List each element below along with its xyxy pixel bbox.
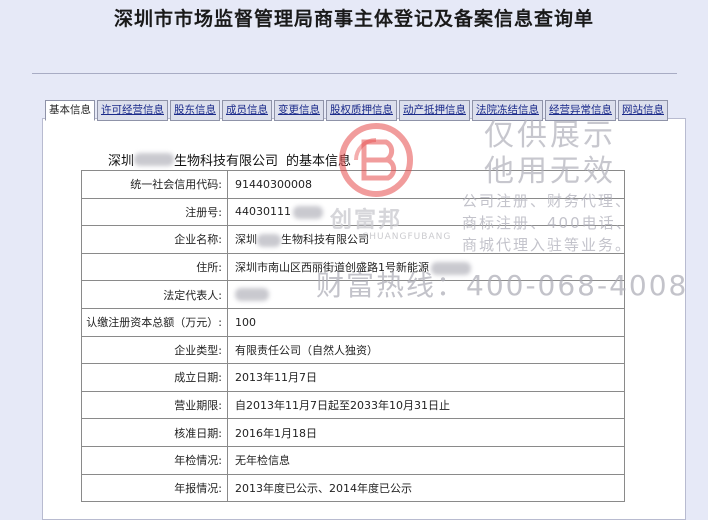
row-value: 91440300008 <box>227 170 625 199</box>
table-row: 注册号: 44030111 <box>81 197 625 227</box>
row-label: 核准日期: <box>81 418 228 447</box>
row-value: 44030111 <box>227 197 625 227</box>
tab-website-info[interactable]: 网站信息 <box>618 100 668 121</box>
row-value: 深圳市南山区西丽街道创盛路1号新能源 <box>227 252 625 282</box>
row-label: 企业类型: <box>81 335 228 365</box>
company-name-value-prefix: 深圳 <box>235 233 257 247</box>
tab-abnormal-operation-info[interactable]: 经营异常信息 <box>545 100 616 121</box>
redacted-name <box>134 153 175 166</box>
row-label: 统一社会信用代码: <box>81 170 228 199</box>
company-name-suffix: 生物科技有限公司 <box>174 154 279 169</box>
row-value <box>227 280 625 309</box>
tab-license-info[interactable]: 许可经营信息 <box>97 100 168 121</box>
row-value: 深圳 生物科技有限公司 <box>227 225 625 254</box>
row-label: 营业期限: <box>81 390 228 420</box>
company-name-prefix: 深圳 <box>108 154 135 169</box>
title-divider <box>32 73 677 74</box>
redacted-address <box>431 261 471 275</box>
address-value: 深圳市南山区西丽街道创盛路1号新能源 <box>235 261 429 275</box>
company-name-value-suffix: 生物科技有限公司 <box>281 233 369 247</box>
table-row: 住所: 深圳市南山区西丽街道创盛路1号新能源 <box>81 252 625 282</box>
table-row: 企业名称: 深圳 生物科技有限公司 <box>81 225 625 254</box>
reg-number-value: 44030111 <box>235 205 291 219</box>
business-term-value: 自2013年11月7日起至2033年10月31日止 <box>227 390 625 420</box>
basic-info-table: 统一社会信用代码: 91440300008 注册号: 44030111 企业名称… <box>81 170 625 503</box>
row-label: 注册号: <box>81 197 228 227</box>
tab-member-info[interactable]: 成员信息 <box>222 100 272 121</box>
table-row: 成立日期: 2013年11月7日 <box>81 363 625 392</box>
tab-court-freeze-info[interactable]: 法院冻结信息 <box>472 100 543 121</box>
row-label: 住所: <box>81 252 228 282</box>
tab-bar: 基本信息 许可经营信息 股东信息 成员信息 变更信息 股权质押信息 动产抵押信息… <box>45 100 668 121</box>
row-label: 成立日期: <box>81 363 228 392</box>
table-row: 统一社会信用代码: 91440300008 <box>81 170 625 199</box>
row-label: 年检情况: <box>81 445 228 475</box>
established-date-value: 2013年11月7日 <box>227 363 625 392</box>
table-row: 核准日期: 2016年1月18日 <box>81 418 625 447</box>
registered-capital-value: 100 <box>227 307 625 337</box>
table-row: 年报情况: 2013年度已公示、2014年度已公示 <box>81 473 625 503</box>
page-title: 深圳市市场监督管理局商事主体登记及备案信息查询单 <box>113 8 594 30</box>
row-label: 法定代表人: <box>81 280 228 309</box>
company-type-value: 有限责任公司（自然人独资） <box>227 335 625 365</box>
heading-suffix: 的基本信息 <box>286 154 352 169</box>
table-row: 认缴注册资本总额（万元）: 100 <box>81 307 625 337</box>
tab-basic-info[interactable]: 基本信息 <box>45 100 95 121</box>
company-heading: 深圳 生物科技有限公司 的基本信息 <box>108 150 351 169</box>
row-label: 认缴注册资本总额（万元）: <box>81 307 228 337</box>
redacted-legal-rep <box>235 288 269 302</box>
tab-change-info[interactable]: 变更信息 <box>274 100 324 121</box>
table-row: 企业类型: 有限责任公司（自然人独资） <box>81 335 625 365</box>
approval-date-value: 2016年1月18日 <box>227 418 625 447</box>
annual-inspection-value: 无年检信息 <box>227 445 625 475</box>
credit-code-value: 91440300008 <box>235 177 312 191</box>
table-row: 法定代表人: <box>81 280 625 309</box>
redacted-reg <box>293 205 323 219</box>
tab-equity-pledge-info[interactable]: 股权质押信息 <box>326 100 397 121</box>
table-row: 年检情况: 无年检信息 <box>81 445 625 475</box>
row-label: 企业名称: <box>81 225 228 254</box>
row-label: 年报情况: <box>81 473 228 503</box>
redacted-company-name <box>257 233 281 247</box>
annual-report-value: 2013年度已公示、2014年度已公示 <box>227 473 625 503</box>
tab-chattel-mortgage-info[interactable]: 动产抵押信息 <box>399 100 470 121</box>
table-row: 营业期限: 自2013年11月7日起至2033年10月31日止 <box>81 390 625 420</box>
tab-shareholder-info[interactable]: 股东信息 <box>170 100 220 121</box>
